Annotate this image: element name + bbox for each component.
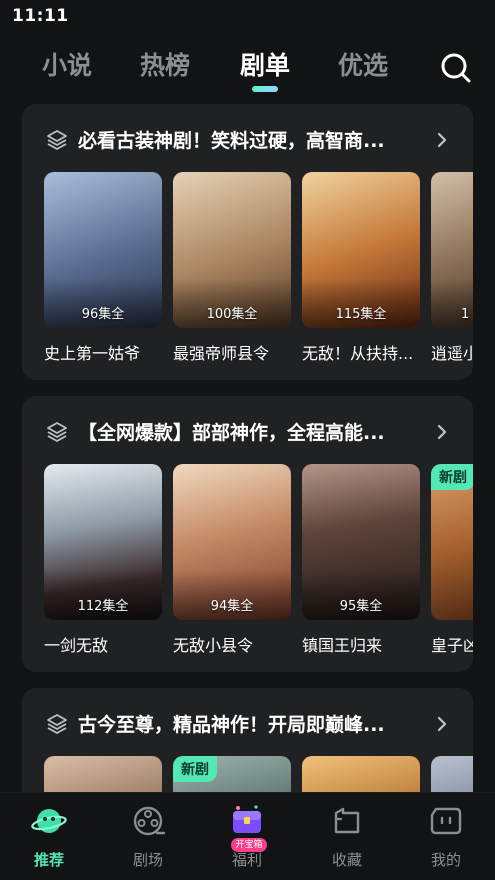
- drama-poster: 95集全: [302, 464, 420, 620]
- playlist-section-1: 必看古装神剧！笑料过硬，高智商... 96集全 史上第一姑爷 100集全 最强帝…: [22, 104, 473, 380]
- layers-icon: [47, 422, 67, 442]
- tab-playlist[interactable]: 剧单: [240, 46, 290, 82]
- layers-icon: [47, 130, 67, 150]
- nav-label: 收藏: [331, 851, 362, 869]
- active-tab-indicator: [252, 86, 278, 92]
- section-title: 必看古装神剧！笑料过硬，高智商...: [78, 130, 385, 152]
- tab-featured[interactable]: 优选: [338, 46, 388, 82]
- section-title: 【全网爆款】部部神作，全程高能...: [78, 422, 385, 444]
- new-drama-badge: 新剧: [431, 464, 473, 490]
- nav-label: 福利: [231, 851, 262, 869]
- drama-poster: 100集全: [173, 172, 291, 328]
- search-icon[interactable]: [440, 52, 472, 84]
- drama-title: 史上第一姑爷: [44, 344, 141, 363]
- drama-poster: 1: [431, 172, 473, 328]
- drama-title: 一剑无敌: [44, 636, 109, 655]
- episode-count: 95集全: [339, 599, 383, 614]
- drama-poster: 115集全: [302, 172, 420, 328]
- film-reel-icon: [133, 806, 166, 836]
- profile-face-icon: [430, 807, 462, 835]
- status-bar: 11:11: [0, 0, 495, 34]
- treasure-chest-icon: [233, 805, 261, 833]
- layers-icon: [47, 714, 67, 734]
- tab-novel[interactable]: 小说: [42, 46, 92, 82]
- episode-count: 112集全: [77, 599, 129, 614]
- playlist-section-3: 古今至尊，精品神作！开局即巅峰... 新剧: [22, 688, 473, 808]
- top-tab-bar: 小说 热榜 剧单 优选: [0, 40, 495, 100]
- drama-title: 皇子凶: [431, 636, 473, 655]
- drama-card[interactable]: 100集全 最强帝师县令: [173, 172, 291, 364]
- nav-recommend[interactable]: 推荐: [9, 803, 89, 870]
- episode-count: 96集全: [81, 307, 125, 322]
- drama-poster: 96集全: [44, 172, 162, 328]
- planet-icon: [31, 809, 67, 833]
- section-header[interactable]: 古今至尊，精品神作！开局即巅峰...: [22, 688, 473, 760]
- nav-label: 剧场: [132, 851, 163, 869]
- drama-poster: 94集全: [173, 464, 291, 620]
- drama-card[interactable]: 112集全 一剑无敌: [44, 464, 162, 656]
- nav-label: 我的: [430, 851, 461, 869]
- new-drama-badge: 新剧: [173, 756, 217, 782]
- drama-poster: 112集全: [44, 464, 162, 620]
- nav-theater[interactable]: 剧场: [108, 803, 188, 870]
- drama-title: 无敌小县令: [173, 636, 254, 655]
- drama-title: 最强帝师县令: [173, 344, 270, 363]
- drama-card[interactable]: 95集全 镇国王归来: [302, 464, 420, 656]
- section-title: 古今至尊，精品神作！开局即巅峰...: [78, 714, 385, 736]
- drama-card[interactable]: 115集全 无敌！从扶持...: [302, 172, 420, 364]
- chevron-right-icon[interactable]: [432, 420, 452, 444]
- drama-title: 逍遥小: [431, 344, 473, 363]
- drama-poster: 新剧: [431, 464, 473, 620]
- episode-count: 1: [461, 307, 470, 322]
- open-chest-tag: 开宝箱: [231, 838, 267, 852]
- drama-card[interactable]: 1 逍遥小: [431, 172, 473, 364]
- episode-count: 100集全: [206, 307, 258, 322]
- status-time: 11:11: [12, 6, 69, 26]
- nav-profile[interactable]: 我的: [406, 803, 486, 870]
- episode-count: 94集全: [210, 599, 254, 614]
- tab-hot-list[interactable]: 热榜: [140, 46, 190, 82]
- bottom-navigation: 推荐 剧场 开宝箱 福利 收藏 我的: [0, 792, 495, 880]
- section-header[interactable]: 【全网爆款】部部神作，全程高能...: [22, 396, 473, 468]
- playlist-section-2: 【全网爆款】部部神作，全程高能... 112集全 一剑无敌 94集全 无敌小县令…: [22, 396, 473, 672]
- chevron-right-icon[interactable]: [432, 128, 452, 152]
- section-header[interactable]: 必看古装神剧！笑料过硬，高智商...: [22, 104, 473, 176]
- drama-title: 无敌！从扶持...: [302, 344, 414, 363]
- nav-favorites[interactable]: 收藏: [307, 803, 387, 870]
- drama-card[interactable]: 94集全 无敌小县令: [173, 464, 291, 656]
- drama-card[interactable]: 96集全 史上第一姑爷: [44, 172, 162, 364]
- nav-welfare[interactable]: 开宝箱 福利: [207, 803, 287, 870]
- folder-icon: [334, 807, 360, 834]
- drama-card[interactable]: 新剧 皇子凶: [431, 464, 473, 656]
- chevron-right-icon[interactable]: [432, 712, 452, 736]
- nav-label: 推荐: [33, 851, 64, 869]
- episode-count: 115集全: [335, 307, 387, 322]
- drama-title: 镇国王归来: [302, 636, 383, 655]
